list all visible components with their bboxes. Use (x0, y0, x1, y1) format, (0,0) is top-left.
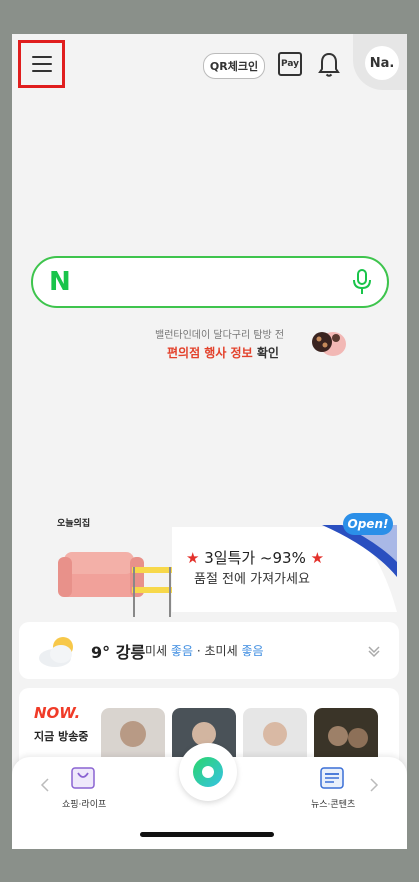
news-content-tab[interactable]: 뉴스·콘텐츠 (311, 797, 355, 810)
ad-headline-text: 3일특가 ~93% (199, 549, 311, 567)
news-icon[interactable] (320, 767, 344, 789)
chevron-left-icon[interactable] (40, 777, 50, 793)
promo-highlight: 편의점 행사 정보 (167, 346, 253, 360)
ultrafine-dust-label: 초미세 (204, 644, 238, 658)
air-quality: 미세 좋음 · 초미세 좋음 (145, 642, 264, 659)
shopping-life-tab[interactable]: 쇼핑·라이프 (62, 797, 106, 810)
chevron-down-icon[interactable] (367, 644, 381, 658)
star-icon: ★ (310, 549, 325, 567)
partly-cloudy-icon (39, 637, 73, 667)
now-subtitle: 지금 방송중 (34, 730, 89, 743)
avatar[interactable]: Na. (365, 46, 399, 80)
avatar-area: Na. (353, 34, 407, 90)
menu-button[interactable] (18, 40, 65, 88)
ad-headline[interactable]: ★ 3일특가 ~93% ★ (186, 547, 324, 568)
ultrafine-dust-value: 좋음 (241, 644, 264, 658)
phone-screen: QR체크인 Pay Na. N 밸런타인데이 달다구리 탐방 전 편의점 행사 … (12, 34, 407, 849)
shopping-bag-icon[interactable] (71, 767, 95, 789)
fine-dust-value: 좋음 (170, 644, 194, 658)
bell-icon[interactable] (317, 51, 341, 79)
search-input[interactable]: N (31, 256, 389, 308)
pay-icon[interactable]: Pay (278, 52, 302, 76)
city-name: 강릉 (115, 643, 146, 662)
star-icon: ★ (186, 549, 200, 567)
naver-logo: N (49, 267, 71, 297)
weather-widget[interactable]: 9° 강릉 미세 좋음 · 초미세 좋음 (19, 622, 399, 679)
separator: · (196, 644, 201, 658)
home-indicator (140, 832, 274, 837)
chevron-right-icon[interactable] (369, 777, 379, 793)
bottom-navigation: 쇼핑·라이프 뉴스·콘텐츠 (12, 743, 407, 849)
now-logo[interactable]: NOW. (34, 704, 80, 722)
temperature-value: 9° (91, 643, 111, 662)
green-dot-button[interactable] (179, 743, 237, 801)
promo-link[interactable]: 편의점 행사 정보 확인 (167, 344, 279, 361)
open-badge: Open! (343, 513, 393, 535)
chocolate-image (312, 332, 346, 356)
hamburger-icon (31, 56, 52, 72)
qr-checkin-button[interactable]: QR체크인 (203, 53, 265, 79)
fine-dust-label: 미세 (145, 644, 168, 658)
promo-caption[interactable]: 밸런타인데이 달다구리 탐방 전 (155, 326, 284, 341)
weather-temperature: 9° 강릉 (91, 639, 145, 663)
promo-confirm: 확인 (252, 346, 279, 360)
green-dot-icon (193, 757, 223, 787)
mic-icon[interactable] (351, 268, 373, 296)
ad-subline[interactable]: 품절 전에 가져가세요 (194, 568, 310, 587)
